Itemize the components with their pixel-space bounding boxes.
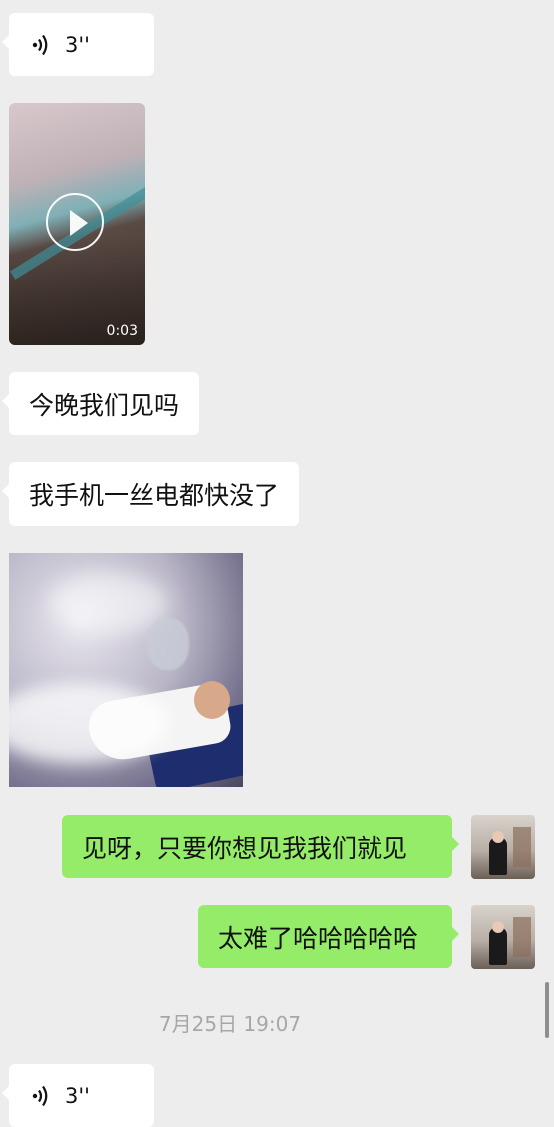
message-text: 我手机一丝电都快没了: [29, 481, 280, 510]
voice-wave-icon: [32, 1085, 48, 1106]
voice-duration: 3'': [65, 1083, 90, 1108]
image-message[interactable]: [9, 553, 243, 787]
video-duration: 0:03: [106, 323, 138, 339]
voice-duration: 3'': [65, 32, 90, 57]
message-bubble-incoming[interactable]: 今晚我们见吗: [1, 372, 200, 435]
message-text: 今晚我们见吗: [29, 390, 180, 420]
avatar[interactable]: [471, 905, 535, 969]
message-bubble-outgoing[interactable]: 太难了哈哈哈哈哈: [198, 905, 459, 968]
avatar[interactable]: [471, 815, 535, 879]
voice-message-2[interactable]: 3'': [2, 1064, 154, 1127]
scrollbar[interactable]: [545, 982, 549, 1038]
message-bubble-outgoing[interactable]: 见呀，只要你想见我我们就见: [62, 815, 459, 878]
voice-wave-icon: [32, 34, 48, 55]
message-text: 见呀，只要你想见我我们就见: [82, 833, 408, 863]
play-icon[interactable]: [46, 193, 104, 251]
message-text: 太难了哈哈哈哈哈: [218, 923, 419, 953]
voice-message-1[interactable]: 3'': [2, 13, 154, 76]
message-bubble-incoming[interactable]: 我手机一丝电都快没了: [1, 462, 300, 526]
video-message[interactable]: 0:03: [9, 103, 145, 345]
message-timestamp: 7月25日 19:07: [158, 1012, 302, 1036]
